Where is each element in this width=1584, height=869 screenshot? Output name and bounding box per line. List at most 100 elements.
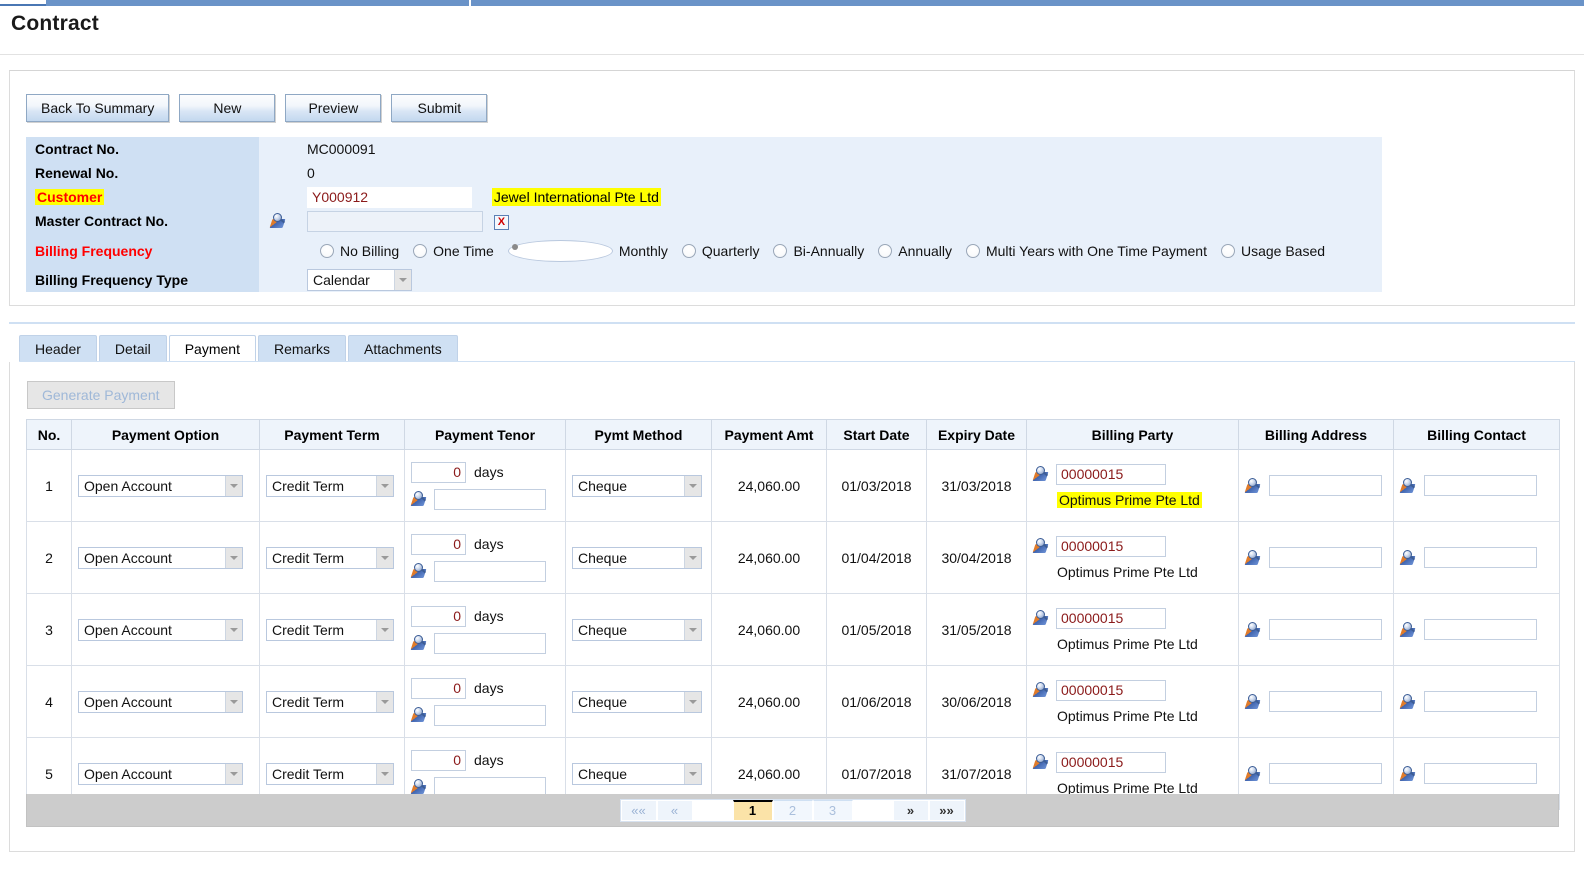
lookup-icon[interactable]: [410, 563, 428, 579]
chevron-down-icon[interactable]: [376, 475, 393, 496]
pagination-next-button[interactable]: »: [892, 799, 929, 821]
tab-detail[interactable]: Detail: [98, 335, 167, 362]
radio-circle-selected-icon[interactable]: [507, 239, 613, 262]
billing-address-input[interactable]: [1269, 619, 1382, 640]
radio-multi-years-one-time-payment[interactable]: Multi Years with One Time Payment: [965, 243, 1207, 259]
lookup-icon[interactable]: [1244, 765, 1262, 782]
lookup-icon[interactable]: [1244, 549, 1262, 566]
chevron-down-icon[interactable]: [684, 691, 701, 712]
preview-button[interactable]: Preview: [285, 94, 382, 122]
chevron-down-icon[interactable]: [225, 691, 242, 712]
radio-circle-icon[interactable]: [681, 243, 696, 258]
lookup-icon[interactable]: [1399, 477, 1417, 494]
lookup-icon[interactable]: [1032, 682, 1050, 698]
billing-contact-input[interactable]: [1424, 691, 1537, 712]
payment-option-select[interactable]: Open Account: [78, 618, 243, 641]
chevron-down-icon[interactable]: [376, 547, 393, 568]
lookup-icon[interactable]: [1032, 538, 1050, 554]
tab-header[interactable]: Header: [19, 335, 97, 362]
chevron-down-icon[interactable]: [376, 691, 393, 712]
payment-tenor-lookup-input[interactable]: [434, 488, 546, 510]
lookup-icon[interactable]: [410, 635, 428, 651]
close-icon[interactable]: X: [493, 214, 509, 230]
billing-contact-input[interactable]: [1424, 619, 1537, 640]
payment-option-select[interactable]: Open Account: [78, 546, 243, 569]
billing-party-code-input[interactable]: [1056, 463, 1166, 485]
chevron-down-icon[interactable]: [684, 547, 701, 568]
billing-address-input[interactable]: [1269, 691, 1382, 712]
customer-code-input[interactable]: [307, 186, 472, 208]
payment-term-select[interactable]: Credit Term: [266, 618, 394, 641]
chevron-down-icon[interactable]: [684, 475, 701, 496]
pymt-method-select[interactable]: Cheque: [572, 618, 702, 641]
back-to-summary-button[interactable]: Back To Summary: [26, 94, 170, 122]
billing-address-input[interactable]: [1269, 763, 1382, 784]
billing-address-input[interactable]: [1269, 475, 1382, 496]
billing-address-input[interactable]: [1269, 547, 1382, 568]
radio-circle-icon[interactable]: [773, 243, 788, 258]
pymt-method-select[interactable]: Cheque: [572, 762, 702, 785]
pagination-page-2[interactable]: 2: [772, 799, 813, 821]
billing-contact-input[interactable]: [1424, 475, 1537, 496]
payment-tenor-input[interactable]: [411, 533, 466, 555]
payment-term-select[interactable]: Credit Term: [266, 546, 394, 569]
payment-option-select[interactable]: Open Account: [78, 474, 243, 497]
pymt-method-select[interactable]: Cheque: [572, 546, 702, 569]
pagination-page-1[interactable]: 1: [732, 799, 773, 821]
payment-term-select[interactable]: Credit Term: [266, 690, 394, 713]
lookup-icon[interactable]: [1244, 477, 1262, 494]
submit-button[interactable]: Submit: [391, 94, 488, 122]
chevron-down-icon[interactable]: [225, 763, 242, 784]
lookup-icon[interactable]: [1032, 466, 1050, 482]
lookup-icon[interactable]: [1399, 621, 1417, 638]
lookup-icon[interactable]: [1244, 693, 1262, 710]
payment-tenor-lookup-input[interactable]: [434, 632, 546, 654]
radio-circle-icon[interactable]: [878, 243, 893, 258]
tab-payment[interactable]: Payment: [168, 335, 256, 362]
lookup-icon[interactable]: [410, 707, 428, 723]
chevron-down-icon[interactable]: [225, 475, 242, 496]
radio-monthly[interactable]: Monthly: [507, 239, 668, 262]
payment-tenor-input[interactable]: [411, 749, 466, 771]
payment-option-select[interactable]: Open Account: [78, 690, 243, 713]
radio-circle-icon[interactable]: [320, 243, 334, 258]
billing-contact-input[interactable]: [1424, 547, 1537, 568]
billing-party-code-input[interactable]: [1056, 751, 1166, 773]
chevron-down-icon[interactable]: [225, 619, 242, 640]
payment-option-select[interactable]: Open Account: [78, 762, 243, 785]
lookup-icon[interactable]: [1032, 610, 1050, 626]
pymt-method-select[interactable]: Cheque: [572, 474, 702, 497]
radio-one-time[interactable]: One Time: [413, 243, 494, 259]
master-contract-no-input[interactable]: [307, 210, 483, 232]
chevron-down-icon[interactable]: [225, 547, 242, 568]
billing-party-code-input[interactable]: [1056, 607, 1166, 629]
radio-no-billing[interactable]: No Billing: [320, 243, 399, 259]
payment-tenor-input[interactable]: [411, 461, 466, 483]
billing-contact-input[interactable]: [1424, 763, 1537, 784]
lookup-icon[interactable]: [269, 213, 287, 229]
payment-term-select[interactable]: Credit Term: [266, 762, 394, 785]
lookup-icon[interactable]: [1399, 693, 1417, 710]
lookup-icon[interactable]: [1399, 765, 1417, 782]
pagination-prev-button[interactable]: «: [656, 799, 693, 821]
radio-circle-icon[interactable]: [1220, 243, 1235, 258]
tab-remarks[interactable]: Remarks: [257, 335, 346, 362]
new-button[interactable]: New: [179, 94, 276, 122]
payment-term-select[interactable]: Credit Term: [266, 474, 394, 497]
pymt-method-select[interactable]: Cheque: [572, 690, 702, 713]
chevron-down-icon[interactable]: [394, 270, 411, 290]
billing-party-code-input[interactable]: [1056, 535, 1166, 557]
chevron-down-icon[interactable]: [684, 763, 701, 784]
chevron-down-icon[interactable]: [684, 619, 701, 640]
lookup-icon[interactable]: [410, 491, 428, 507]
payment-tenor-input[interactable]: [411, 605, 466, 627]
master-contract-lookup-cell[interactable]: [259, 209, 298, 233]
payment-tenor-lookup-input[interactable]: [434, 560, 546, 582]
radio-circle-icon[interactable]: [413, 243, 428, 258]
billing-party-code-input[interactable]: [1056, 679, 1166, 701]
lookup-icon[interactable]: [410, 779, 428, 795]
tab-attachments[interactable]: Attachments: [347, 335, 458, 362]
payment-tenor-input[interactable]: [411, 677, 466, 699]
chevron-down-icon[interactable]: [376, 619, 393, 640]
billing-frequency-type-select[interactable]: Calendar: [307, 269, 412, 291]
